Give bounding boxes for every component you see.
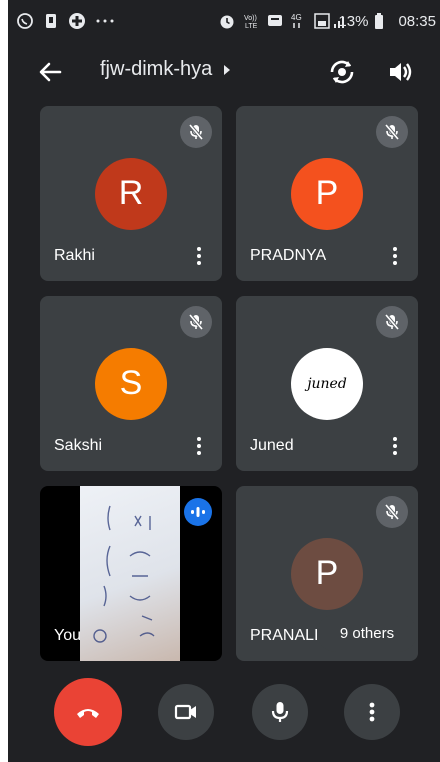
message-icon <box>266 12 284 30</box>
mic-off-icon <box>188 123 204 141</box>
svg-text:Vo)): Vo)) <box>244 15 257 22</box>
participant-options-button[interactable] <box>392 247 398 267</box>
play-arrow-icon <box>224 64 231 75</box>
mic-off-indicator <box>376 496 408 528</box>
mic-off-icon <box>384 503 400 521</box>
notification-icon <box>42 12 60 30</box>
participant-name: PRADNYA <box>250 247 327 264</box>
mic-icon <box>271 702 289 722</box>
participant-name: Rakhi <box>54 247 95 264</box>
participant-name: Juned <box>250 437 294 454</box>
switch-camera-icon <box>330 60 354 84</box>
svg-text:LTE: LTE <box>245 23 258 30</box>
participant-tile[interactable]: R Rakhi <box>40 106 222 281</box>
more-options-button[interactable] <box>344 684 400 740</box>
avatar: P <box>291 157 363 230</box>
mic-off-indicator <box>376 116 408 148</box>
avatar: R <box>95 157 167 230</box>
participant-tile[interactable]: S Sakshi <box>40 296 222 471</box>
participant-name: You <box>54 627 81 644</box>
participant-options-button[interactable] <box>196 437 202 457</box>
volte-icon: Vo)) LTE <box>242 12 260 30</box>
signal-icon <box>314 12 345 30</box>
mic-off-indicator <box>180 116 212 148</box>
back-button[interactable] <box>36 58 64 86</box>
camera-preview-image <box>93 505 155 643</box>
self-view-tile[interactable]: You <box>40 486 222 661</box>
others-chip[interactable]: 9 others <box>317 614 417 652</box>
videocam-icon <box>174 704 196 720</box>
mic-off-icon <box>384 123 400 141</box>
speaking-indicator <box>184 498 212 526</box>
meet-screen: Vo)) LTE 4G 13% 08:35 fjw-dimk-hya R Rak… <box>8 0 440 762</box>
more-notifications-icon <box>94 12 114 30</box>
battery-percent: 13% <box>338 12 369 30</box>
participant-name: PRANALI <box>250 627 319 644</box>
end-call-button[interactable] <box>54 678 122 746</box>
audio-level-icon <box>191 507 205 517</box>
mic-off-icon <box>188 313 204 331</box>
svg-text:4G: 4G <box>291 13 302 22</box>
mic-off-indicator <box>180 306 212 338</box>
app-bar: fjw-dimk-hya <box>8 44 440 100</box>
battery-icon <box>374 12 392 30</box>
network-icon: 4G <box>290 12 308 30</box>
audio-output-button[interactable] <box>386 58 414 86</box>
participant-tile[interactable]: juned Juned <box>236 296 418 471</box>
clock: 08:35 <box>398 12 436 30</box>
mic-off-indicator <box>376 306 408 338</box>
participant-options-button[interactable] <box>196 247 202 267</box>
avatar: juned <box>291 347 363 420</box>
avatar: S <box>95 347 167 420</box>
camera-preview <box>80 486 180 661</box>
participant-name: Sakshi <box>54 437 103 454</box>
arrow-back-icon <box>39 62 62 82</box>
mic-off-icon <box>384 313 400 331</box>
meeting-title-button[interactable]: fjw-dimk-hya <box>100 58 232 81</box>
whatsapp-icon <box>16 12 34 30</box>
participant-tile[interactable]: P PRADNYA <box>236 106 418 281</box>
meeting-code: fjw-dimk-hya <box>100 58 213 80</box>
call-end-icon <box>77 709 99 718</box>
camera-toggle-button[interactable] <box>158 684 214 740</box>
avatar: P <box>291 537 363 610</box>
status-bar: Vo)) LTE 4G 13% 08:35 <box>8 0 440 44</box>
switch-camera-button[interactable] <box>326 56 358 88</box>
alarm-icon <box>218 12 236 30</box>
microphone-toggle-button[interactable] <box>252 684 308 740</box>
participant-options-button[interactable] <box>392 437 398 457</box>
more-vert-icon <box>369 702 375 722</box>
volume-icon <box>390 63 412 81</box>
game-icon <box>68 12 86 30</box>
